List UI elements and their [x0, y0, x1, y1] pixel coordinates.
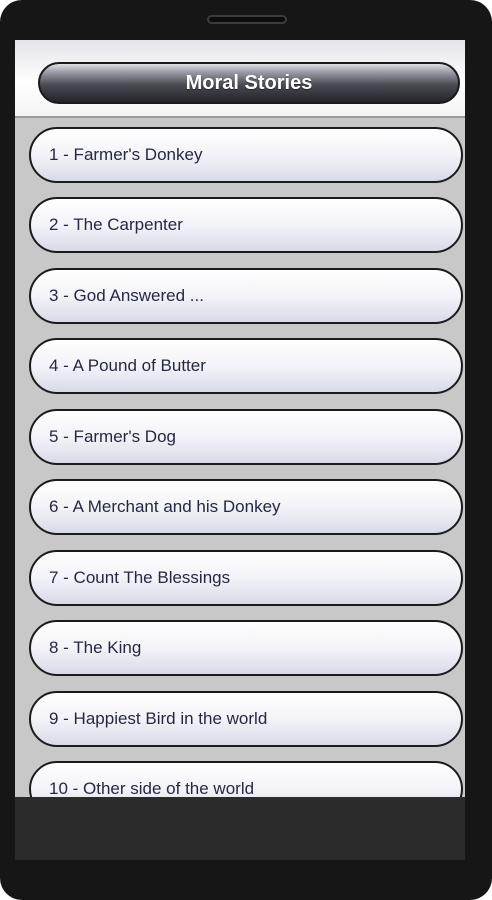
story-item-2[interactable]: 2 - The Carpenter [29, 197, 463, 253]
navigation-bar [15, 797, 465, 860]
story-item-10[interactable]: 10 - Other side of the world [29, 761, 463, 797]
title-bar: Moral Stories [38, 62, 460, 104]
story-item-4[interactable]: 4 - A Pound of Butter [29, 338, 463, 394]
story-item-9[interactable]: 9 - Happiest Bird in the world [29, 691, 463, 747]
story-item-label: 5 - Farmer's Dog [49, 427, 176, 446]
story-item-label: 6 - A Merchant and his Donkey [49, 497, 281, 516]
story-item-label: 1 - Farmer's Donkey [49, 145, 203, 164]
story-item-label: 10 - Other side of the world [49, 779, 255, 797]
story-item-5[interactable]: 5 - Farmer's Dog [29, 409, 463, 465]
story-item-6[interactable]: 6 - A Merchant and his Donkey [29, 479, 463, 535]
story-item-1[interactable]: 1 - Farmer's Donkey [29, 127, 463, 183]
phone-frame: Moral Stories 1 - Farmer's Donkey 2 - Th… [0, 0, 492, 900]
story-item-label: 8 - The King [49, 638, 142, 657]
story-item-label: 4 - A Pound of Butter [49, 356, 206, 375]
speaker-grille [207, 15, 287, 24]
story-item-label: 3 - God Answered ... [49, 286, 204, 305]
story-item-7[interactable]: 7 - Count The Blessings [29, 550, 463, 606]
story-list[interactable]: 1 - Farmer's Donkey 2 - The Carpenter 3 … [15, 118, 465, 797]
app-screen: Moral Stories 1 - Farmer's Donkey 2 - Th… [15, 40, 465, 797]
story-item-label: 9 - Happiest Bird in the world [49, 709, 268, 728]
story-item-3[interactable]: 3 - God Answered ... [29, 268, 463, 324]
app-title: Moral Stories [185, 71, 313, 94]
app-header: Moral Stories [15, 40, 465, 118]
story-item-label: 2 - The Carpenter [49, 215, 183, 234]
story-item-label: 7 - Count The Blessings [49, 568, 231, 587]
story-item-8[interactable]: 8 - The King [29, 620, 463, 676]
